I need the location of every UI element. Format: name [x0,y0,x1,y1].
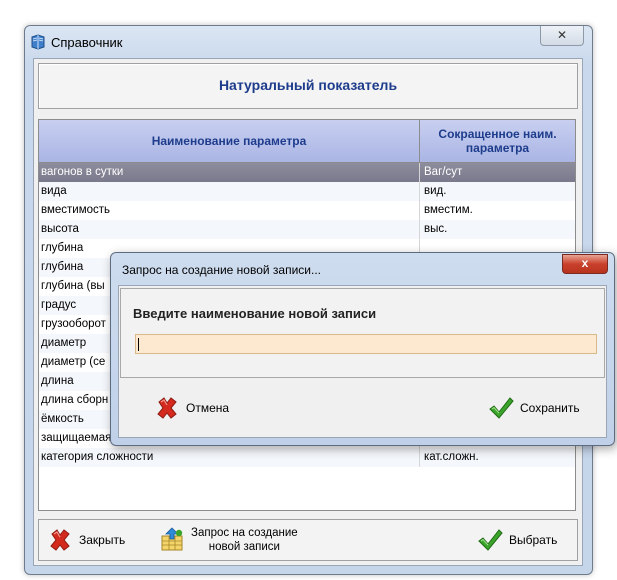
close-icon: ✕ [556,28,568,42]
table-row[interactable]: вида вид. [39,182,575,201]
cell-parameter-name: вагонов в сутки [41,166,124,178]
create-request-label-line1: Запрос на создание [191,527,298,539]
window-close-button[interactable]: ✕ [540,26,584,46]
new-record-name-input[interactable] [135,334,597,354]
page-title: Натуральный показатель [218,77,398,93]
column-divider [419,182,420,201]
dialog-title: Запрос на создание новой записи... [122,263,321,277]
dialog-client: Введите наименование новой записи Отмена… [118,285,607,438]
column-divider [419,220,420,239]
dialog-prompt: Введите наименование новой записи [133,306,377,321]
title-bar[interactable]: Справочник ✕ [25,26,592,56]
cell-parameter-name: вида [41,185,67,197]
create-request-button[interactable]: Запрос на создание новой записи [159,522,298,558]
header-panel: Натуральный показатель [38,63,578,109]
close-icon: x [581,256,589,270]
table-row[interactable]: категория сложности кат.сложн. [39,448,575,467]
table-row[interactable]: высота выс. [39,220,575,239]
close-button[interactable]: Закрыть [47,520,125,560]
create-request-label-line2: новой записи [208,541,280,553]
window-title: Справочник [51,35,123,50]
create-record-dialog: Запрос на создание новой записи... x Вве… [110,252,615,446]
table-header: Наименование параметра Сокращенное наим.… [39,120,575,163]
cell-parameter-name: вместимость [41,204,111,216]
column-divider [419,448,420,467]
column-header-name[interactable]: Наименование параметра [39,120,420,162]
book-icon [31,34,45,50]
dialog-close-button[interactable]: x [562,254,608,274]
cell-short-name: выс. [424,223,448,235]
green-check-icon [478,529,503,551]
table-row[interactable]: вместимость вместим. [39,201,575,220]
green-check-icon [489,397,514,419]
cancel-button-label: Отмена [186,401,230,415]
dialog-prompt-panel: Введите наименование новой записи [120,288,605,378]
text-caret [138,338,139,351]
column-header-short-name[interactable]: Сокращенное наим. параметра [420,120,575,162]
select-button-label: Выбрать [509,533,558,547]
cell-short-name: вид. [424,185,447,197]
table-row[interactable]: вагонов в сутки Ваг/сут [39,163,575,182]
cell-short-name: вместим. [424,204,473,216]
table-add-icon [161,527,183,551]
column-divider [419,201,420,220]
cell-parameter-name: категория сложности [41,451,154,463]
save-button-label: Сохранить [520,401,580,415]
bottom-toolbar: Закрыть Запрос на создание новой записи [38,519,578,561]
cell-parameter-name: высота [41,223,79,235]
cancel-button[interactable]: Отмена [154,388,229,428]
save-button[interactable]: Сохранить [488,388,580,428]
dialog-buttons: Отмена Сохранить [120,384,603,432]
red-x-icon [157,397,177,419]
column-divider [419,163,420,182]
red-x-icon [50,529,70,551]
close-button-label: Закрыть [79,533,126,547]
select-button[interactable]: Выбрать [477,520,557,560]
cell-short-name: кат.сложн. [424,451,479,463]
cell-short-name: Ваг/сут [424,166,463,178]
